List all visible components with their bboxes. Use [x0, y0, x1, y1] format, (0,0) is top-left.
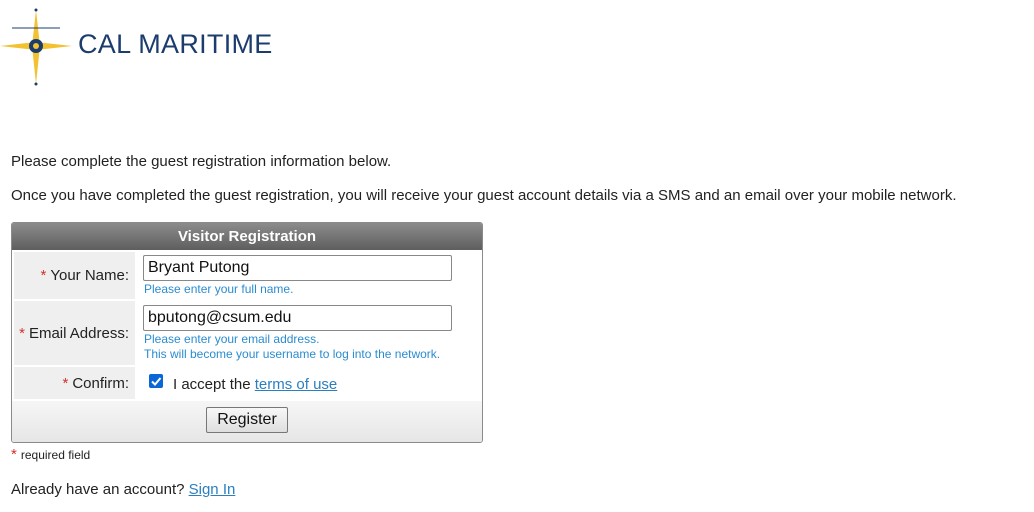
email-label: * Email Address:	[14, 301, 135, 365]
email-username-hint: This will become your username to log in…	[144, 347, 441, 361]
sign-in-prompt: Already have an account? Sign In	[11, 481, 235, 498]
confirm-cell: I accept the terms of use	[137, 367, 480, 399]
name-hint: Please enter your full name.	[144, 282, 294, 296]
name-row: * Your Name: Please enter your full name…	[12, 252, 482, 299]
checkmark-icon	[151, 377, 162, 386]
terms-of-use-link[interactable]: terms of use	[255, 376, 338, 393]
visitor-registration-form: Visitor Registration * Your Name: Please…	[11, 222, 483, 443]
confirm-row: * Confirm: I accept the terms of use	[12, 367, 482, 399]
required-note-text: required field	[20, 448, 91, 462]
cal-maritime-logo	[0, 8, 80, 90]
sign-in-link[interactable]: Sign In	[189, 481, 236, 498]
form-title: Visitor Registration	[12, 223, 482, 250]
compass-star-icon	[0, 8, 72, 86]
required-marker: *	[40, 267, 47, 284]
required-marker: *	[19, 324, 25, 342]
name-input[interactable]	[143, 255, 452, 281]
required-marker: *	[11, 446, 17, 463]
intro-text: Please complete the guest registration i…	[11, 153, 392, 170]
accept-text: I accept the	[173, 376, 251, 393]
email-cell: Please enter your email address. This wi…	[137, 301, 480, 365]
name-label-text: Your Name:	[50, 267, 129, 284]
name-cell: Please enter your full name.	[137, 252, 480, 299]
sign-in-text: Already have an account?	[11, 481, 185, 498]
required-marker: *	[62, 374, 69, 392]
register-button[interactable]: Register	[206, 407, 288, 433]
brand-name: CAL MARITIME	[78, 29, 273, 59]
email-input[interactable]	[143, 305, 452, 331]
button-row: Register	[12, 401, 482, 442]
email-row: * Email Address: Please enter your email…	[12, 301, 482, 365]
email-label-text: Email Address:	[28, 324, 129, 342]
confirm-label: * Confirm:	[14, 367, 135, 399]
name-label: * Your Name:	[14, 252, 135, 299]
accept-terms: I accept the terms of use	[173, 376, 337, 393]
terms-checkbox[interactable]	[149, 374, 163, 388]
intro-details: Once you have completed the guest regist…	[11, 187, 957, 204]
email-hint: Please enter your email address.	[144, 332, 320, 346]
required-field-note: * required field	[11, 446, 90, 463]
confirm-label-text: Confirm:	[72, 374, 129, 392]
